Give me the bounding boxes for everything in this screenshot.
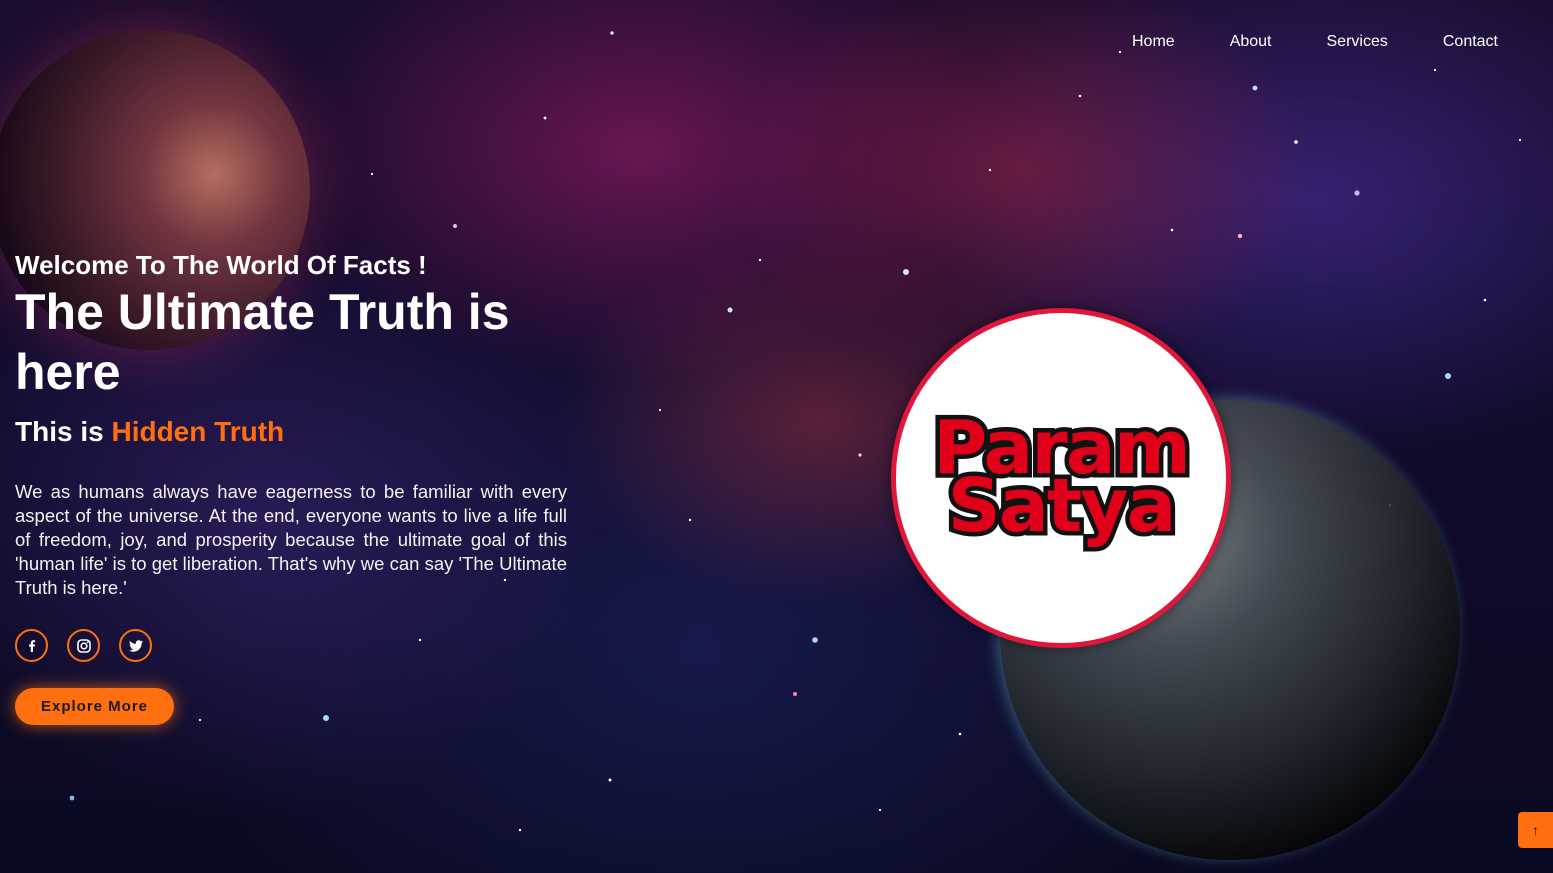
instagram-link[interactable] [67,629,100,662]
welcome-heading: Welcome To The World Of Facts ! [15,250,427,280]
arrow-up-icon: ↑ [1532,822,1539,838]
logo-wordmark: Param Satya [929,401,1196,554]
facebook-icon [28,639,35,652]
instagram-icon [76,638,91,653]
nav-home-link[interactable]: Home [1132,33,1175,51]
nav-services-link[interactable]: Services [1327,33,1388,51]
twitter-icon [128,639,143,652]
logo-line-2: Satya [948,463,1175,549]
subtitle-highlight: Hidden Truth [111,416,285,447]
social-links [15,629,567,662]
nav-contact-link[interactable]: Contact [1443,33,1498,51]
hero-subtitle: This is Hidden Truth [15,414,567,450]
facebook-link[interactable] [15,629,48,662]
nav-about-link[interactable]: About [1230,33,1272,51]
hero-title: The Ultimate Truth is here [15,284,510,400]
page: Home About Services Contact Welcome To T… [0,0,1553,873]
param-satya-logo: Param Satya [891,308,1231,648]
scroll-to-top-button[interactable]: ↑ [1518,812,1553,848]
top-navigation: Home About Services Contact [1077,33,1498,51]
twitter-link[interactable] [119,629,152,662]
hero-description: We as humans always have eagerness to be… [15,481,567,598]
hero-section: Welcome To The World Of Facts ! The Ulti… [15,248,567,725]
explore-more-button[interactable]: Explore More [15,688,175,725]
subtitle-prefix: This is [15,416,112,447]
